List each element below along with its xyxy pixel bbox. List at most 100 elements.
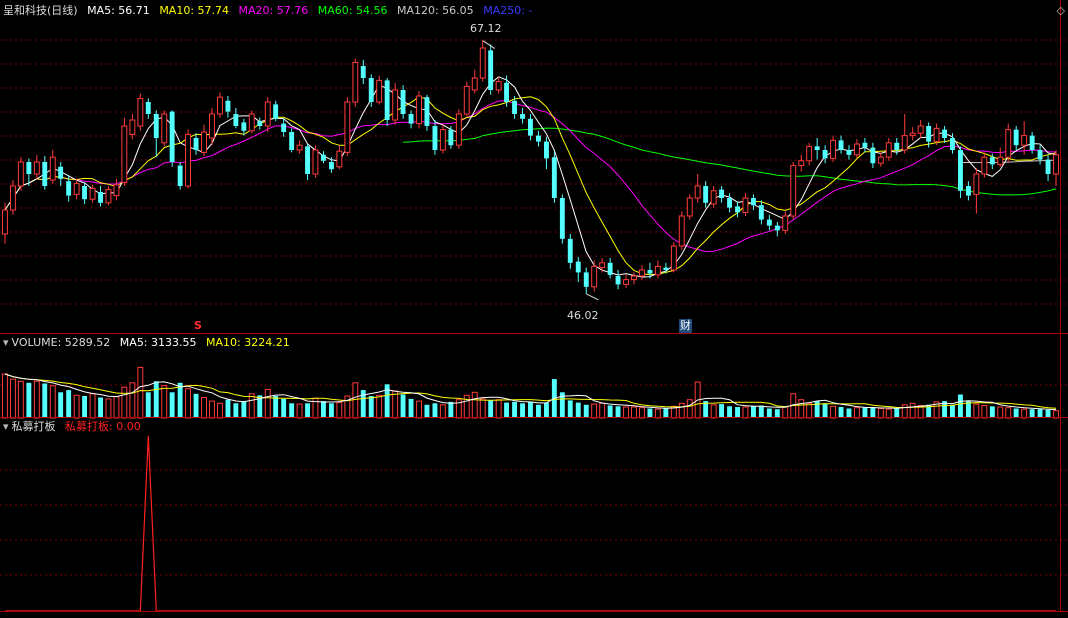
candle-body-down (958, 150, 963, 191)
volume-bar-up (33, 380, 40, 419)
volume-bar-up (217, 402, 223, 419)
candle-body-down (1037, 150, 1043, 160)
candle-body-down (663, 267, 669, 270)
volume-bar-down (233, 403, 239, 418)
candle-body-down (703, 186, 709, 203)
candle-body-down (989, 157, 995, 165)
volume-bar-down (719, 404, 724, 418)
candle-body-up (2, 209, 8, 235)
candle-body-up (49, 156, 56, 181)
volume-title: VOLUME: 5289.52 (11, 336, 111, 349)
candle-body-down (504, 82, 509, 102)
volume-bar-up (89, 393, 96, 419)
volume-bar-up (678, 402, 685, 419)
candle-body-down (1013, 129, 1019, 146)
candle-body-up (901, 135, 908, 151)
volume-bar-down (615, 406, 621, 418)
volume-bar-up (973, 403, 980, 419)
candle-body-down (281, 123, 287, 132)
volume-bar-up (471, 391, 478, 419)
candle-body-down (26, 162, 32, 174)
candle-body-down (66, 181, 72, 196)
volume-bar-up (1005, 407, 1012, 419)
volume-bar-up (981, 405, 988, 419)
volume-ma10: MA10: 3224.21 (206, 336, 290, 349)
candle-body-up (631, 275, 637, 281)
volume-bar-down (42, 383, 48, 418)
candle-body-up (105, 189, 112, 204)
volume-bar-down (536, 404, 541, 418)
candle-body-up (877, 156, 884, 164)
volume-bar-down (448, 401, 454, 418)
volume-bar-up (10, 378, 16, 419)
candle-body-down (950, 138, 955, 150)
candle-body-down (432, 126, 438, 150)
volume-bar-up (901, 404, 908, 419)
candle-body-down (838, 140, 844, 150)
volume-bar-down (751, 406, 756, 418)
candle-body-down (225, 100, 231, 112)
volume-bar-down (766, 408, 772, 418)
candle-body-down (257, 121, 263, 126)
candle-body-up (89, 187, 96, 200)
candle-body-down (1029, 135, 1035, 150)
candle-body-up (790, 165, 797, 217)
candle-body-down (273, 104, 279, 119)
volume-bar-up (854, 407, 860, 419)
volume-bar-down (520, 403, 525, 418)
volume-collapse-icon[interactable]: ▾ (3, 336, 9, 349)
candle-body-up (129, 119, 136, 135)
volume-bar-down (193, 393, 199, 418)
indicator-collapse-icon[interactable]: ▾ (3, 420, 9, 433)
candle-body-down (488, 50, 494, 90)
grid (0, 39, 1068, 576)
volume-bar-down (321, 401, 326, 418)
volume-bar-down (177, 382, 183, 418)
candle-body-down (607, 262, 613, 275)
volume-bar-down (408, 398, 414, 418)
candle-body-down (520, 114, 525, 119)
candle-body-down (368, 78, 374, 102)
volume-bar-down (1037, 409, 1043, 418)
candle-body-up (439, 129, 446, 151)
candle-body-up (885, 142, 892, 158)
volume-bar-up (439, 404, 446, 419)
candle-body-up (33, 161, 40, 175)
candle-body-down (42, 162, 48, 186)
volume-bar-up (209, 400, 215, 419)
candle-body-up (973, 173, 980, 195)
candle-body-down (551, 157, 557, 198)
candle-body-up (113, 184, 120, 197)
ma5-value: MA5: 56.71 (87, 4, 150, 17)
candle-body-up (782, 215, 789, 231)
volume-bar-down (727, 406, 732, 418)
volume-bar-down (368, 396, 374, 418)
volume-bar-down (862, 407, 868, 418)
candle-body-down (567, 238, 573, 263)
volume-bar-down (169, 392, 175, 418)
volume-bar-down (989, 406, 995, 418)
volume-bar-up (1053, 410, 1059, 419)
candle-body-down (153, 114, 159, 138)
candle-body-up (73, 183, 80, 195)
candle-body-down (321, 154, 326, 161)
indicator-value: 私募打板: 0.00 (65, 420, 141, 433)
volume-bar-down (66, 390, 72, 418)
candle-body-down (424, 97, 430, 126)
ma-lines (4, 76, 1057, 278)
candle-body-up (217, 96, 223, 115)
diamond-icon[interactable]: ◇ (1057, 4, 1065, 17)
volume-bar-up (113, 396, 120, 419)
candle-body-up (639, 269, 645, 277)
volume-bar-down (838, 407, 844, 418)
volume-bar-down (432, 403, 438, 418)
volume-bar-down (273, 396, 279, 418)
volume-bar-up (352, 382, 359, 419)
volume-bar-down (512, 401, 517, 418)
volume-bar-up (2, 373, 8, 419)
candle-body-up (455, 113, 462, 146)
candle-body-up (121, 125, 128, 183)
ma60-value: MA60: 54.56 (317, 4, 388, 17)
volume-bar-down (98, 397, 103, 418)
candle-body-up (296, 144, 303, 151)
